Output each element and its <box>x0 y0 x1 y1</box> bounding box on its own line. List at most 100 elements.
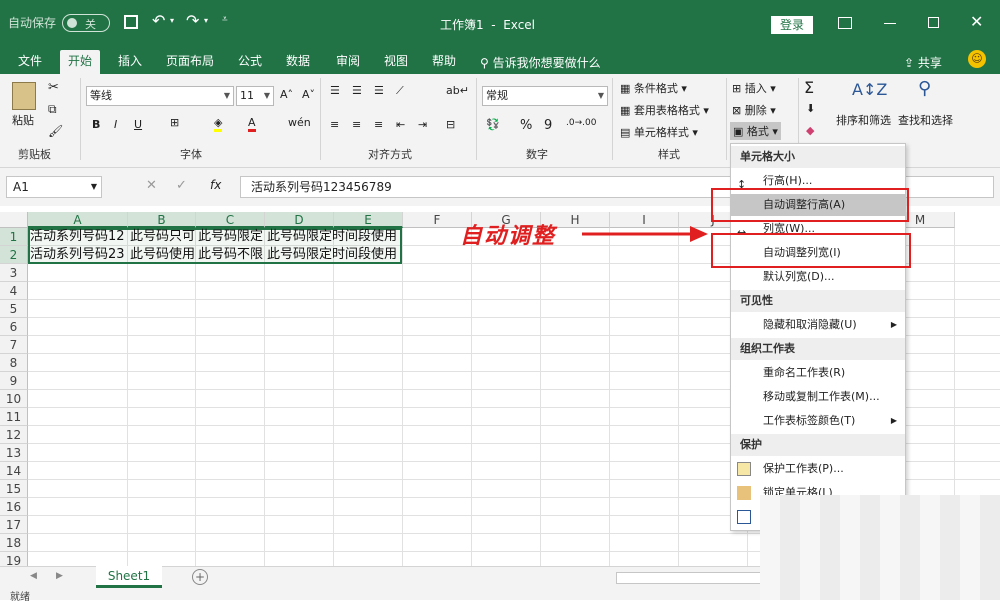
name-box[interactable]: A1 ▼ <box>6 176 102 198</box>
cell-styles-button[interactable]: ▤ 单元格样式 ▾ <box>620 124 698 140</box>
italic-button[interactable]: I <box>114 118 117 131</box>
customize-qat-icon[interactable]: ⩡ <box>222 14 228 25</box>
copy-icon[interactable]: ⧉ <box>48 102 57 117</box>
tab-view[interactable]: 视图 <box>376 50 416 74</box>
bottom-align-icon[interactable]: ☰ <box>374 84 384 97</box>
row-header-14[interactable]: 14 <box>0 462 28 480</box>
sheet-tab-sheet1[interactable]: Sheet1 <box>96 566 162 588</box>
row-header-3[interactable]: 3 <box>0 264 28 282</box>
decrease-font-icon[interactable]: A˅ <box>302 88 315 101</box>
font-size-select[interactable]: 11 ▼ <box>236 86 274 106</box>
row-header-15[interactable]: 15 <box>0 480 28 498</box>
cell-d2[interactable]: 此号码限定时间段使用 <box>265 246 425 264</box>
row-header-17[interactable]: 17 <box>0 516 28 534</box>
autosum-icon[interactable]: Σ <box>804 78 814 97</box>
cut-icon[interactable]: ✂ <box>48 80 59 95</box>
column-header-b[interactable]: B <box>128 212 196 228</box>
close-icon[interactable]: ✕ <box>970 12 983 31</box>
increase-indent-icon[interactable]: ⇥ <box>418 118 427 131</box>
underline-button[interactable]: U <box>134 118 142 131</box>
menu-item-rename-sheet[interactable]: 重命名工作表(R) <box>731 362 905 384</box>
fill-color-icon[interactable]: ◈ <box>214 116 223 132</box>
row-header-2[interactable]: 2 <box>0 246 28 264</box>
autosave-toggle[interactable]: 关 <box>62 14 110 32</box>
delete-cells-button[interactable]: ⊠ 删除 ▾ <box>732 102 776 118</box>
find-select-button[interactable]: 查找和选择 <box>898 112 953 128</box>
decrease-indent-icon[interactable]: ⇤ <box>396 118 405 131</box>
row-header-1[interactable]: 1 <box>0 228 28 246</box>
maximize-icon[interactable] <box>928 17 939 28</box>
row-header-16[interactable]: 16 <box>0 498 28 516</box>
bold-button[interactable]: B <box>92 118 100 131</box>
orientation-icon[interactable]: ⟋ <box>396 84 404 98</box>
next-sheet-icon[interactable]: ▶ <box>56 571 63 581</box>
minimize-icon[interactable] <box>884 23 896 24</box>
redo-dropdown-icon[interactable]: ▾ <box>204 16 208 25</box>
insert-cells-button[interactable]: ⊞ 插入 ▾ <box>732 80 776 96</box>
clear-icon[interactable]: ◆ <box>806 124 814 137</box>
tell-me-search[interactable]: ⚲ 告诉我你想要做什么 <box>480 54 601 71</box>
conditional-format-button[interactable]: ▦ 条件格式 ▾ <box>620 80 687 96</box>
row-header-13[interactable]: 13 <box>0 444 28 462</box>
sort-filter-button[interactable]: 排序和筛选 <box>836 112 891 128</box>
increase-font-icon[interactable]: A˄ <box>280 88 293 101</box>
menu-item-default-width[interactable]: 默认列宽(D)... <box>731 266 905 288</box>
cell-b2[interactable]: 此号码使用 <box>128 246 196 264</box>
align-left-icon[interactable]: ≡ <box>330 118 339 131</box>
cell-c2[interactable]: 此号码不限 <box>196 246 265 264</box>
insert-function-button[interactable]: fx <box>210 178 221 192</box>
font-name-select[interactable]: 等线 ▼ <box>86 86 234 106</box>
tab-home[interactable]: 开始 <box>60 50 101 74</box>
tab-page-layout[interactable]: 页面布局 <box>158 50 222 74</box>
row-header-10[interactable]: 10 <box>0 390 28 408</box>
row-header-8[interactable]: 8 <box>0 354 28 372</box>
paste-icon[interactable] <box>12 82 36 110</box>
tab-formulas[interactable]: 公式 <box>230 50 270 74</box>
row-header-6[interactable]: 6 <box>0 318 28 336</box>
menu-item-protect-sheet[interactable]: 保护工作表(P)... <box>731 458 905 480</box>
column-header-d[interactable]: D <box>265 212 334 228</box>
currency-icon[interactable]: 💱 <box>486 118 500 131</box>
row-header-4[interactable]: 4 <box>0 282 28 300</box>
merge-center-icon[interactable]: ⊟ <box>446 118 455 131</box>
row-header-19[interactable]: 19 <box>0 552 28 566</box>
column-header-e[interactable]: E <box>334 212 403 228</box>
new-sheet-icon[interactable]: + <box>192 569 208 585</box>
format-painter-icon[interactable]: 🖌 <box>48 124 63 138</box>
align-center-icon[interactable]: ≡ <box>352 118 361 131</box>
cell-d1[interactable]: 此号码限定时间段使用 <box>265 228 425 246</box>
cancel-icon[interactable]: ✕ <box>146 178 157 193</box>
row-header-12[interactable]: 12 <box>0 426 28 444</box>
login-button[interactable]: 登录 <box>771 16 813 34</box>
align-right-icon[interactable]: ≡ <box>374 118 383 131</box>
find-select-icon[interactable]: ⚲ <box>918 78 931 99</box>
cell-c1[interactable]: 此号码限定 <box>196 228 265 246</box>
menu-item-move-copy-sheet[interactable]: 移动或复制工作表(M)... <box>731 386 905 408</box>
share-button[interactable]: ⇪ 共享 <box>904 54 942 71</box>
borders-icon[interactable]: ⊞ <box>170 116 179 129</box>
tab-data[interactable]: 数据 <box>278 50 318 74</box>
tab-insert[interactable]: 插入 <box>110 50 150 74</box>
row-header-11[interactable]: 11 <box>0 408 28 426</box>
percent-button[interactable]: % <box>520 118 532 133</box>
select-all-corner[interactable] <box>0 212 28 228</box>
format-as-table-button[interactable]: ▦ 套用表格格式 ▾ <box>620 102 709 118</box>
prev-sheet-icon[interactable]: ◀ <box>30 571 37 581</box>
enter-icon[interactable]: ✓ <box>176 178 187 193</box>
top-align-icon[interactable]: ☰ <box>330 84 340 97</box>
menu-item-tab-color[interactable]: 工作表标签颜色(T) ▶ <box>731 410 905 432</box>
column-header-c[interactable]: C <box>196 212 265 228</box>
ribbon-display-icon[interactable] <box>838 17 852 29</box>
undo-dropdown-icon[interactable]: ▾ <box>170 16 174 25</box>
phonetic-icon[interactable]: wén <box>288 116 311 129</box>
number-format-select[interactable]: 常规 ▼ <box>482 86 608 106</box>
font-color-icon[interactable]: A <box>248 116 256 132</box>
row-header-5[interactable]: 5 <box>0 300 28 318</box>
row-header-9[interactable]: 9 <box>0 372 28 390</box>
tab-file[interactable]: 文件 <box>10 50 50 74</box>
row-header-7[interactable]: 7 <box>0 336 28 354</box>
increase-decimal-icon[interactable]: .0→.00 <box>566 118 596 128</box>
comma-button[interactable]: 9 <box>544 118 552 133</box>
paste-button[interactable]: 粘贴 <box>12 112 34 128</box>
cell-a1[interactable]: 活动系列号码12 <box>28 228 128 246</box>
